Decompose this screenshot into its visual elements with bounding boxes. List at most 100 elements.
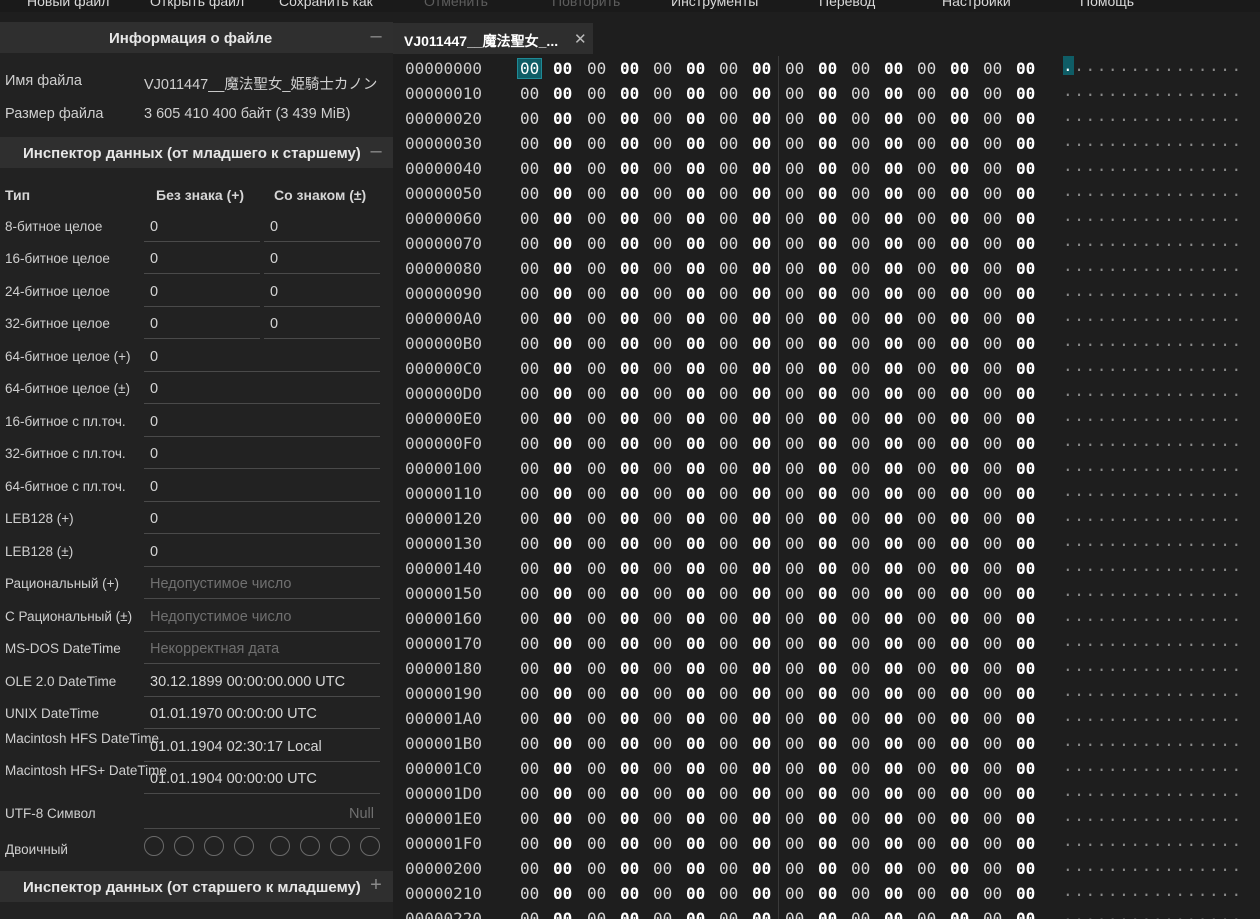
hex-byte[interactable]: 00 — [719, 509, 738, 528]
hex-byte[interactable]: 00 — [1016, 559, 1035, 578]
hex-byte[interactable]: 00 — [785, 409, 804, 428]
hex-byte[interactable]: 00 — [719, 784, 738, 803]
hex-byte[interactable]: 00 — [917, 809, 936, 828]
hex-byte[interactable]: 00 — [851, 584, 870, 603]
hex-byte[interactable]: 00 — [752, 234, 771, 253]
hex-byte[interactable]: 00 — [686, 109, 705, 128]
hex-byte[interactable]: 00 — [950, 384, 969, 403]
hex-byte[interactable]: 00 — [520, 584, 539, 603]
hex-byte[interactable]: 00 — [587, 509, 606, 528]
hex-byte[interactable]: 00 — [587, 834, 606, 853]
hex-byte[interactable]: 00 — [950, 484, 969, 503]
hex-byte[interactable]: 00 — [553, 209, 572, 228]
hex-byte[interactable]: 00 — [818, 384, 837, 403]
hex-byte[interactable]: 00 — [1016, 884, 1035, 903]
hex-byte[interactable]: 00 — [620, 109, 639, 128]
ascii-column[interactable]: ................ — [1063, 631, 1243, 650]
hex-byte[interactable]: 00 — [818, 634, 837, 653]
hex-byte[interactable]: 00 — [1016, 609, 1035, 628]
hex-byte[interactable]: 00 — [1016, 484, 1035, 503]
hex-byte[interactable]: 00 — [587, 659, 606, 678]
hex-byte[interactable]: 00 — [686, 259, 705, 278]
hex-byte[interactable]: 00 — [818, 459, 837, 478]
hex-byte[interactable]: 00 — [752, 109, 771, 128]
hex-byte[interactable]: 00 — [752, 759, 771, 778]
hex-byte[interactable]: 00 — [587, 384, 606, 403]
hex-byte[interactable]: 00 — [884, 134, 903, 153]
hex-byte[interactable]: 00 — [719, 559, 738, 578]
hex-byte[interactable]: 00 — [686, 59, 705, 78]
hex-byte[interactable]: 00 — [553, 784, 572, 803]
hex-byte[interactable]: 00 — [851, 734, 870, 753]
hex-byte[interactable]: 00 — [752, 534, 771, 553]
hex-byte[interactable]: 00 — [686, 609, 705, 628]
hex-byte[interactable]: 00 — [983, 184, 1002, 203]
hex-byte[interactable]: 00 — [785, 784, 804, 803]
hex-byte[interactable]: 00 — [884, 834, 903, 853]
hex-byte[interactable]: 00 — [686, 384, 705, 403]
hex-byte[interactable]: 00 — [520, 409, 539, 428]
hex-byte[interactable]: 00 — [983, 209, 1002, 228]
hex-byte[interactable]: 00 — [818, 59, 837, 78]
hex-byte[interactable]: 00 — [983, 359, 1002, 378]
hex-byte[interactable]: 00 — [818, 484, 837, 503]
hex-byte[interactable]: 00 — [686, 884, 705, 903]
hex-byte[interactable]: 00 — [719, 759, 738, 778]
hex-byte[interactable]: 00 — [950, 784, 969, 803]
hex-byte[interactable]: 00 — [587, 259, 606, 278]
hex-byte[interactable]: 00 — [686, 284, 705, 303]
hex-byte[interactable]: 00 — [851, 534, 870, 553]
hex-byte[interactable]: 00 — [520, 909, 539, 919]
hex-byte[interactable]: 00 — [520, 734, 539, 753]
inspector-value-field[interactable]: 01.01.1904 02:30:17 Local — [144, 731, 380, 762]
hex-byte[interactable]: 00 — [884, 259, 903, 278]
hex-byte[interactable]: 00 — [752, 509, 771, 528]
hex-byte[interactable]: 00 — [818, 359, 837, 378]
hex-byte[interactable]: 00 — [752, 709, 771, 728]
inspector-be-header[interactable]: Инспектор данных (от старшего к младшему… — [0, 871, 393, 902]
hex-byte[interactable]: 00 — [520, 634, 539, 653]
hex-byte[interactable]: 00 — [553, 884, 572, 903]
hex-byte[interactable]: 00 — [983, 484, 1002, 503]
hex-byte[interactable]: 00 — [719, 659, 738, 678]
hex-byte[interactable]: 00 — [785, 859, 804, 878]
hex-byte[interactable]: 00 — [1016, 634, 1035, 653]
hex-byte[interactable]: 00 — [653, 284, 672, 303]
hex-byte[interactable]: 00 — [917, 259, 936, 278]
hex-byte[interactable]: 00 — [818, 534, 837, 553]
hex-byte[interactable]: 00 — [818, 84, 837, 103]
ascii-column[interactable]: ................ — [1063, 381, 1243, 400]
hex-byte[interactable]: 00 — [785, 84, 804, 103]
hex-byte[interactable]: 00 — [917, 559, 936, 578]
hex-byte[interactable]: 00 — [950, 759, 969, 778]
hex-byte[interactable]: 00 — [950, 259, 969, 278]
hex-byte[interactable]: 00 — [653, 409, 672, 428]
hex-byte[interactable]: 00 — [553, 909, 572, 919]
hex-byte[interactable]: 00 — [983, 84, 1002, 103]
hex-byte[interactable]: 00 — [1016, 384, 1035, 403]
hex-byte[interactable]: 00 — [653, 59, 672, 78]
hex-byte[interactable]: 00 — [818, 659, 837, 678]
hex-byte[interactable]: 00 — [686, 134, 705, 153]
hex-byte[interactable]: 00 — [785, 334, 804, 353]
hex-byte[interactable]: 00 — [620, 384, 639, 403]
hex-byte[interactable]: 00 — [653, 184, 672, 203]
hex-byte[interactable]: 00 — [620, 584, 639, 603]
hex-byte[interactable]: 00 — [950, 609, 969, 628]
inspector-value-field[interactable]: 0 — [144, 536, 380, 567]
menu-item[interactable]: Настройки — [942, 0, 1011, 9]
hex-byte[interactable]: 00 — [653, 234, 672, 253]
hex-byte[interactable]: 00 — [884, 584, 903, 603]
hex-byte[interactable]: 00 — [553, 634, 572, 653]
hex-byte[interactable]: 00 — [620, 534, 639, 553]
hex-byte[interactable]: 00 — [818, 284, 837, 303]
hex-byte[interactable]: 00 — [884, 234, 903, 253]
hex-byte[interactable]: 00 — [917, 609, 936, 628]
hex-byte[interactable]: 00 — [587, 59, 606, 78]
hex-byte[interactable]: 00 — [620, 859, 639, 878]
hex-byte[interactable]: 00 — [917, 334, 936, 353]
hex-byte[interactable]: 00 — [686, 659, 705, 678]
hex-byte[interactable]: 00 — [752, 409, 771, 428]
hex-byte[interactable]: 00 — [818, 334, 837, 353]
hex-byte[interactable]: 00 — [818, 134, 837, 153]
